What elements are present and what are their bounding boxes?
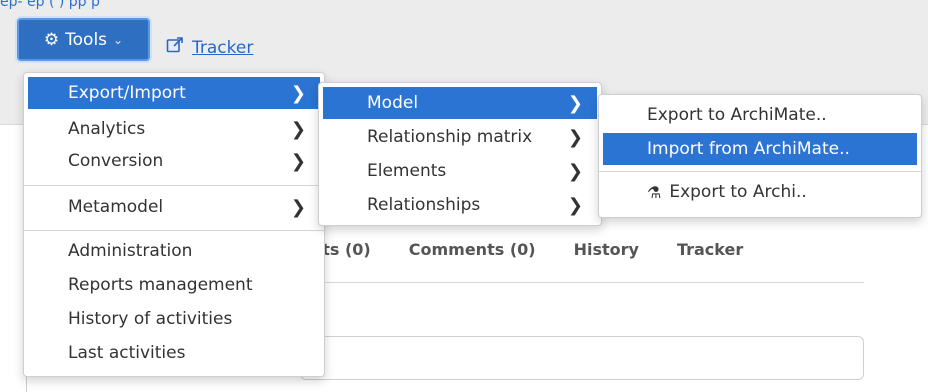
text-input[interactable] [300, 336, 864, 380]
external-link-icon [166, 36, 184, 59]
menu-item-conversion[interactable]: Conversion ❯ [28, 145, 320, 177]
menu-item-elements[interactable]: Elements ❯ [323, 155, 597, 187]
chevron-right-icon: ❯ [567, 92, 583, 114]
tab-comments[interactable]: Comments (0) [409, 240, 536, 280]
menu-divider [24, 230, 324, 231]
chevron-right-icon: ❯ [567, 160, 583, 182]
export-import-submenu: Model ❯ Relationship matrix ❯ Elements ❯ Re… [318, 82, 602, 226]
tracker-link[interactable]: Tracker [166, 36, 253, 59]
menu-item-export-to-archimate[interactable]: Export to ArchiMate.. [603, 99, 917, 131]
tools-label: Tools [65, 29, 108, 50]
menu-item-relationship-matrix[interactable]: Relationship matrix ❯ [323, 121, 597, 153]
menu-item-export-import[interactable]: Export/Import ❯ [28, 77, 320, 109]
menu-item-administration[interactable]: Administration [28, 235, 320, 267]
chevron-right-icon: ❯ [290, 118, 306, 140]
gear-icon: ⚙ [43, 29, 60, 50]
tab-divider [300, 282, 864, 283]
tab-history[interactable]: History [574, 240, 639, 280]
menu-item-model[interactable]: Model ❯ [323, 87, 597, 119]
menu-item-analytics[interactable]: Analytics ❯ [28, 113, 320, 145]
menu-item-metamodel[interactable]: Metamodel ❯ [28, 191, 320, 223]
menu-item-relationships[interactable]: Relationships ❯ [323, 189, 597, 221]
tools-dropdown-button[interactable]: ⚙ Tools ⌄ [17, 18, 150, 61]
tab-tracker[interactable]: Tracker [677, 240, 743, 280]
chevron-right-icon: ❯ [567, 126, 583, 148]
tools-menu: Export/Import ❯ Analytics ❯ Conversion ❯ Me… [23, 72, 325, 377]
chevron-right-icon: ❯ [290, 150, 306, 172]
chevron-right-icon: ❯ [567, 194, 583, 216]
menu-divider [599, 171, 921, 172]
menu-divider [24, 185, 324, 186]
menu-item-last-activities[interactable]: Last activities [28, 337, 320, 369]
tab-bar: ents (0) Comments (0) History Tracker [300, 240, 743, 280]
chevron-down-icon: ⌄ [113, 32, 124, 47]
menu-item-history-of-activities[interactable]: History of activities [28, 303, 320, 335]
flask-icon: ⚗ [647, 182, 662, 202]
top-link-text[interactable]: ep- ep ( ) pp p [0, 0, 928, 10]
menu-item-export-to-archi[interactable]: ⚗ Export to Archi.. [603, 176, 917, 208]
tracker-link-label: Tracker [192, 37, 254, 58]
model-submenu: Export to ArchiMate.. Import from ArchiM… [598, 94, 922, 218]
menu-item-reports-management[interactable]: Reports management [28, 269, 320, 301]
menu-item-import-from-archimate[interactable]: Import from ArchiMate.. [603, 133, 917, 165]
chevron-right-icon: ❯ [290, 82, 306, 104]
chevron-right-icon: ❯ [290, 196, 306, 218]
